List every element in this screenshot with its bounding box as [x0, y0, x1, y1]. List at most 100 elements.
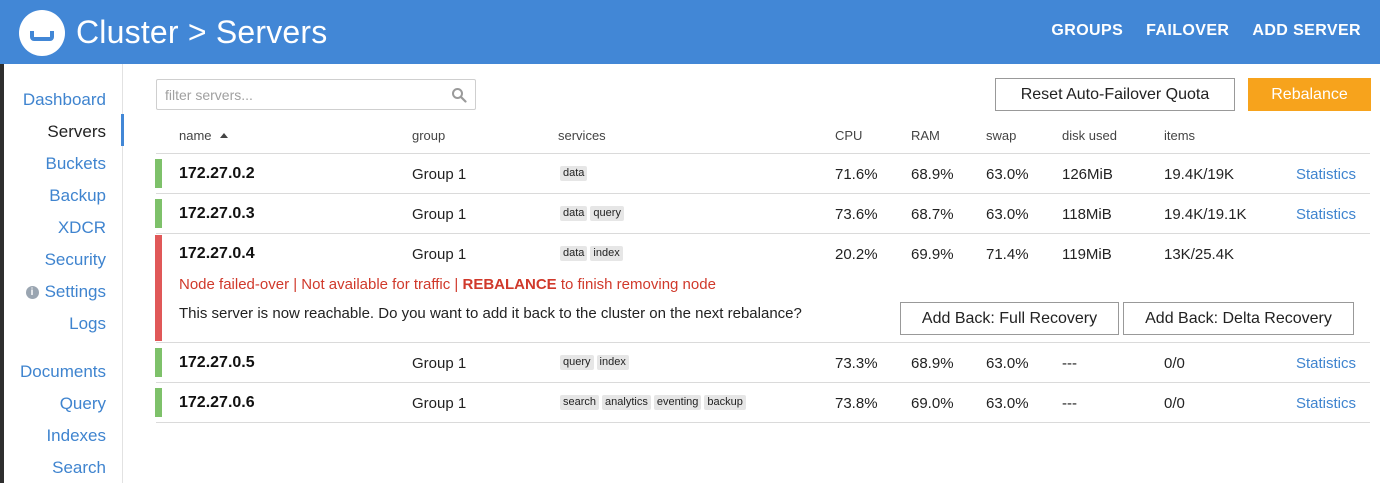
- divider: [156, 382, 1370, 383]
- disk-used-value: ---: [1062, 355, 1077, 372]
- items-value: 19.4K/19K: [1164, 166, 1235, 183]
- services-list: data index: [560, 246, 623, 261]
- info-icon: i: [25, 286, 39, 299]
- groups-link[interactable]: GROUPS: [1051, 22, 1123, 40]
- ram-value: 69.0%: [911, 395, 954, 412]
- sidebar-item-query[interactable]: Query: [60, 394, 106, 414]
- items-value: 0/0: [1164, 355, 1185, 372]
- reachable-message: This server is now reachable. Do you wan…: [179, 305, 802, 322]
- cpu-value: 20.2%: [835, 246, 878, 263]
- status-bar: [155, 199, 162, 228]
- reset-auto-failover-quota-button[interactable]: Reset Auto-Failover Quota: [995, 78, 1235, 111]
- divider: [156, 193, 1370, 194]
- server-name[interactable]: 172.27.0.6: [179, 394, 255, 412]
- couchbase-logo-icon[interactable]: [19, 10, 65, 56]
- service-tag: data: [560, 206, 588, 221]
- divider: [156, 342, 1370, 343]
- sidebar-item-indexes[interactable]: Indexes: [46, 426, 106, 446]
- column-header-items[interactable]: items: [1164, 128, 1195, 143]
- add-server-link[interactable]: ADD SERVER: [1252, 22, 1361, 40]
- rebalance-button[interactable]: Rebalance: [1248, 78, 1371, 111]
- service-tag: index: [596, 355, 629, 370]
- statistics-link[interactable]: Statistics: [1296, 395, 1356, 412]
- column-header-cpu[interactable]: CPU: [835, 128, 862, 143]
- server-group: Group 1: [412, 166, 467, 183]
- status-bar: [155, 348, 162, 377]
- swap-value: 63.0%: [986, 166, 1029, 183]
- failover-status-text: Node failed-over | Not available for tra…: [179, 276, 463, 293]
- service-tag: index: [590, 246, 623, 261]
- swap-value: 63.0%: [986, 206, 1029, 223]
- page-title: Cluster > Servers: [76, 14, 328, 50]
- server-group: Group 1: [412, 246, 467, 263]
- status-bar: [155, 388, 162, 417]
- sidebar-item-logs[interactable]: Logs: [69, 314, 106, 334]
- sidebar-item-xdcr[interactable]: XDCR: [58, 218, 106, 238]
- swap-value: 63.0%: [986, 355, 1029, 372]
- services-list: data query: [560, 206, 624, 221]
- service-tag: query: [560, 355, 594, 370]
- service-tag: query: [590, 206, 624, 221]
- sidebar-item-dashboard[interactable]: Dashboard: [23, 90, 106, 110]
- server-group: Group 1: [412, 206, 467, 223]
- app-header: Cluster > Servers GROUPS FAILOVER ADD SE…: [0, 0, 1380, 64]
- filter-servers-input[interactable]: [157, 80, 475, 109]
- server-name[interactable]: 172.27.0.2: [179, 165, 255, 183]
- sidebar-item-security[interactable]: Security: [45, 250, 106, 270]
- ram-value: 68.7%: [911, 206, 954, 223]
- items-value: 13K/25.4K: [1164, 246, 1235, 263]
- failover-link[interactable]: FAILOVER: [1146, 22, 1229, 40]
- services-list: data: [560, 166, 588, 181]
- disk-used-value: 119MiB: [1062, 246, 1112, 263]
- sidebar-item-search[interactable]: Search: [52, 458, 106, 478]
- sidebar-item-settings[interactable]: i Settings: [25, 282, 106, 302]
- server-group: Group 1: [412, 395, 467, 412]
- swap-value: 71.4%: [986, 246, 1029, 263]
- sort-ascending-icon: [219, 133, 228, 138]
- failover-status-suffix: to finish removing node: [556, 276, 716, 293]
- sidebar-nav: Dashboard Servers Buckets Backup XDCR Se…: [4, 64, 124, 483]
- search-icon[interactable]: [451, 87, 467, 103]
- sidebar-item-backup[interactable]: Backup: [49, 186, 106, 206]
- column-header-ram[interactable]: RAM: [911, 128, 940, 143]
- filter-servers-field: [156, 79, 476, 110]
- service-tag: data: [560, 166, 588, 181]
- service-tag: analytics: [602, 395, 651, 410]
- cpu-value: 73.8%: [835, 395, 878, 412]
- column-header-name[interactable]: name: [179, 128, 228, 143]
- statistics-link[interactable]: Statistics: [1296, 166, 1356, 183]
- disk-used-value: 118MiB: [1062, 206, 1112, 223]
- active-indicator: [121, 114, 124, 146]
- swap-value: 63.0%: [986, 395, 1029, 412]
- sidebar-item-buckets[interactable]: Buckets: [46, 154, 106, 174]
- service-tag: backup: [704, 395, 746, 410]
- ram-value: 68.9%: [911, 166, 954, 183]
- status-bar: [155, 235, 162, 341]
- rebalance-emphasis: REBALANCE: [462, 276, 557, 293]
- statistics-link[interactable]: Statistics: [1296, 206, 1356, 223]
- server-group: Group 1: [412, 355, 467, 372]
- column-header-group[interactable]: group: [412, 128, 445, 143]
- items-value: 0/0: [1164, 395, 1185, 412]
- status-bar: [155, 159, 162, 188]
- add-back-full-recovery-button[interactable]: Add Back: Full Recovery: [900, 302, 1119, 335]
- sidebar-item-documents[interactable]: Documents: [20, 362, 106, 382]
- failover-status-message: Node failed-over | Not available for tra…: [179, 276, 716, 293]
- server-name[interactable]: 172.27.0.3: [179, 205, 255, 223]
- service-tag: data: [560, 246, 588, 261]
- column-header-services[interactable]: services: [558, 128, 606, 143]
- server-name[interactable]: 172.27.0.4: [179, 245, 255, 263]
- sidebar-item-servers[interactable]: Servers: [47, 122, 106, 142]
- statistics-link[interactable]: Statistics: [1296, 355, 1356, 372]
- column-header-name-label: name: [179, 128, 212, 143]
- header-actions: GROUPS FAILOVER ADD SERVER: [1051, 22, 1361, 40]
- cpu-value: 71.6%: [835, 166, 878, 183]
- server-name[interactable]: 172.27.0.5: [179, 354, 255, 372]
- services-list: query index: [560, 355, 629, 370]
- items-value: 19.4K/19.1K: [1164, 206, 1247, 223]
- column-header-disk-used[interactable]: disk used: [1062, 128, 1117, 143]
- divider: [156, 422, 1370, 423]
- column-header-swap[interactable]: swap: [986, 128, 1016, 143]
- add-back-delta-recovery-button[interactable]: Add Back: Delta Recovery: [1123, 302, 1354, 335]
- disk-used-value: ---: [1062, 395, 1077, 412]
